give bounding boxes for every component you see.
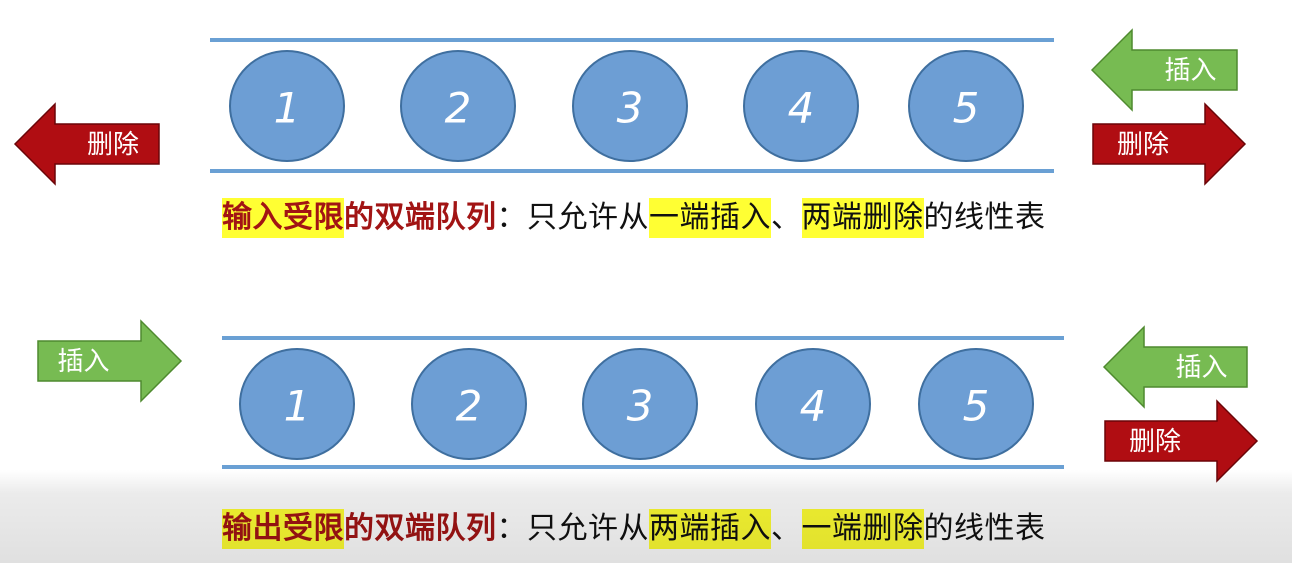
caption-text: 只允许从 (527, 200, 649, 235)
caption-term-highlight: 输出受限 (222, 509, 344, 549)
caption-text: 只允许从 (527, 511, 649, 546)
caption-input-restricted: 输入受限 的双端队列 ： 只允许从 一端插入 、 两端删除 的线性表 (222, 198, 1046, 238)
delete-arrow-label: 删除 (87, 130, 139, 160)
caption-separator: 、 (771, 200, 802, 235)
queue-element-label: 1 (284, 382, 311, 431)
caption-highlight-delete: 一端删除 (801, 509, 924, 549)
queue-element-label: 4 (788, 84, 815, 133)
queue-element-label: 3 (617, 84, 644, 133)
caption-suffix: 的线性表 (923, 200, 1046, 235)
insert-arrow-label: 插入 (57, 347, 109, 377)
queue-element-label: 3 (627, 382, 654, 431)
caption-term: 的双端队列 (344, 200, 497, 235)
delete-arrow-label: 删除 (1129, 427, 1181, 457)
caption-term-highlight: 输入受限 (222, 198, 344, 238)
caption-separator: 、 (771, 511, 802, 546)
caption-colon: ： (496, 200, 527, 235)
caption-highlight-insert: 一端插入 (649, 198, 771, 238)
caption-highlight-insert: 两端插入 (649, 509, 771, 549)
insert-arrow-label: 插入 (1164, 56, 1216, 86)
queue-element-label: 1 (274, 84, 301, 133)
queue-element-label: 4 (800, 382, 827, 431)
caption-output-restricted: 输出受限 的双端队列 ： 只允许从 两端插入 、 一端删除 的线性表 (222, 509, 1046, 549)
caption-highlight-delete: 两端删除 (801, 198, 924, 238)
insert-arrow-label: 插入 (1175, 353, 1227, 383)
delete-arrow-label: 删除 (1117, 130, 1169, 160)
queue-element-label: 5 (953, 84, 980, 133)
deque-diagram: 1 2 3 4 5删除插入删除1 2 3 4 5插入 插入删除 (13, 28, 1259, 483)
queue-element-label: 2 (445, 84, 472, 133)
caption-term: 的双端队列 (344, 511, 497, 546)
queue-element-label: 5 (963, 382, 990, 431)
caption-suffix: 的线性表 (923, 511, 1046, 546)
queue-element-label: 2 (456, 382, 483, 431)
caption-colon: ： (496, 511, 527, 546)
